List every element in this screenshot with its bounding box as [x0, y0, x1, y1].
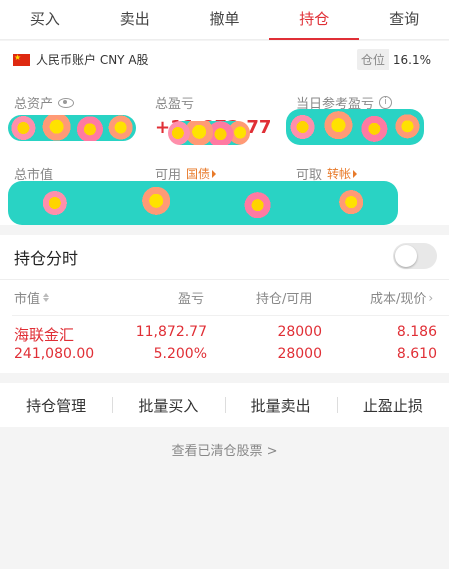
chevron-right-icon: ›	[428, 290, 434, 305]
stock-market-value: 241,080.00	[14, 346, 95, 362]
total-pnl-sticker	[168, 121, 250, 145]
total-pnl-label: 总盈亏	[155, 93, 194, 112]
tab-query[interactable]: 查询	[359, 0, 449, 39]
tab-positions[interactable]: 持仓	[269, 0, 359, 40]
stock-name: 海联金汇	[14, 326, 75, 344]
position-label: 仓位	[356, 49, 389, 70]
col-market-value-label: 市值	[14, 292, 41, 307]
total-assets-sticker	[8, 115, 136, 141]
stop-profit-loss-button[interactable]: 止盈止损	[336, 395, 449, 416]
total-assets-text: 总资产	[14, 97, 54, 112]
today-pnl-sticker	[286, 109, 424, 145]
action-bar: 持仓管理 批量买入 批量卖出 止盈止损	[0, 383, 449, 427]
col-position: 持仓/可用	[256, 288, 312, 307]
holdings-title: 持仓分时	[14, 249, 79, 268]
col-cost-price[interactable]: 成本/现价 ›	[370, 288, 434, 308]
transfer-link[interactable]: 转帐	[327, 165, 358, 182]
batch-buy-button[interactable]: 批量买入	[112, 395, 224, 416]
account-selector[interactable]: 人民币账户 CNY A股	[13, 51, 149, 68]
col-pnl-label: 盈亏	[178, 292, 205, 307]
batch-sell-button[interactable]: 批量卖出	[224, 395, 337, 416]
stock-pnl: 11,872.77	[135, 324, 207, 340]
cleared-stocks-link[interactable]: 查看已清仓股票 >	[0, 440, 449, 459]
stock-price: 8.610	[396, 346, 437, 362]
total-pnl-text: 总盈亏	[155, 97, 195, 112]
divider	[12, 315, 449, 316]
trade-tabs: 买入 卖出 撤单 持仓 查询	[0, 0, 449, 40]
account-name: 人民币账户 CNY A股	[36, 53, 149, 67]
manage-positions-button[interactable]: 持仓管理	[0, 395, 112, 416]
stock-available: 28000	[277, 346, 322, 362]
sort-icon	[43, 293, 50, 302]
col-cost-price-label: 成本/现价	[370, 292, 427, 307]
col-position-label: 持仓/可用	[256, 292, 313, 307]
position-ratio: 仓位 16.1%	[356, 49, 435, 70]
divider	[0, 279, 449, 280]
tab-cancel[interactable]: 撤单	[180, 0, 270, 39]
info-icon[interactable]: i	[379, 96, 393, 109]
position-value: 16.1%	[392, 52, 431, 67]
eye-icon[interactable]	[58, 97, 75, 108]
account-card: 人民币账户 CNY A股 仓位 16.1% 总资产 总盈亏 当日参考盈亏 i +…	[0, 41, 449, 225]
stock-cost: 8.186	[396, 324, 437, 340]
stock-pnl-pct: 5.200%	[153, 346, 207, 362]
arrow-right-icon	[212, 170, 217, 178]
col-pnl: 盈亏	[178, 288, 204, 307]
row2-sticker	[8, 181, 398, 225]
col-market-value[interactable]: 市值	[14, 288, 50, 307]
total-assets-label: 总资产	[14, 93, 75, 112]
bond-link-text: 国债	[186, 167, 211, 181]
stock-position: 28000	[277, 324, 322, 340]
intraday-toggle[interactable]	[393, 243, 437, 269]
transfer-link-text: 转帐	[327, 167, 352, 181]
china-flag-icon	[13, 53, 30, 66]
tab-sell[interactable]: 卖出	[90, 0, 180, 39]
bond-link[interactable]: 国债	[186, 165, 217, 182]
holdings-section: 持仓分时 市值 盈亏 持仓/可用 成本/现价 › 海联金汇 241,080.00…	[0, 235, 449, 373]
tab-buy[interactable]: 买入	[0, 0, 90, 39]
arrow-right-icon	[353, 170, 358, 178]
